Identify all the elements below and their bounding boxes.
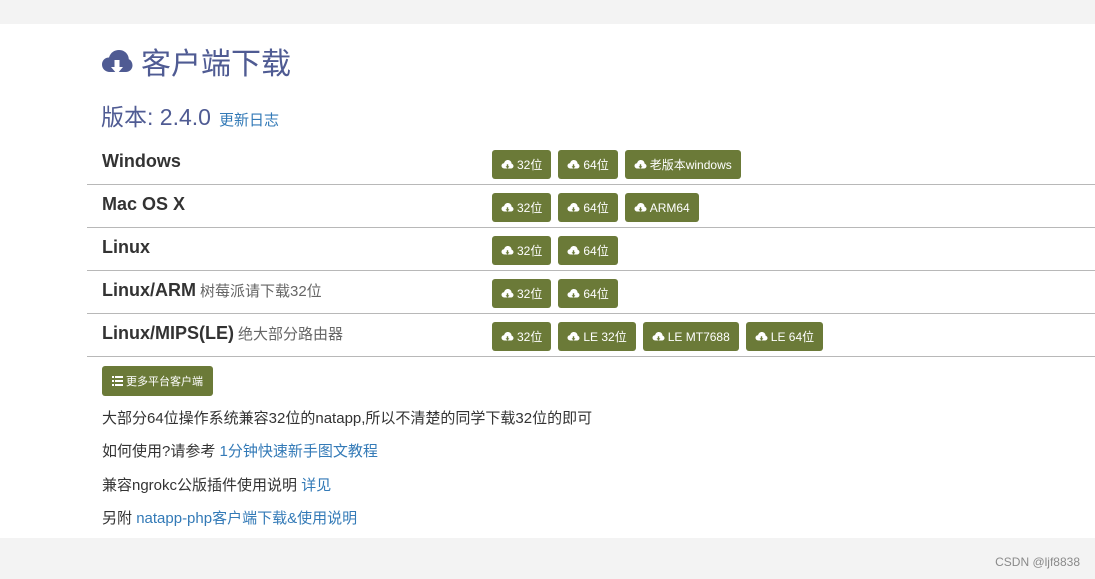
more-platforms-label: 更多平台客户端 <box>126 376 203 388</box>
platform-name: Windows <box>102 151 181 172</box>
info-line-tutorial: 如何使用?请参考 1分钟快速新手图文教程 <box>102 440 378 461</box>
cloud-download-icon <box>652 331 668 342</box>
download-button-label: 64位 <box>583 158 609 172</box>
cloud-download-icon <box>634 159 650 170</box>
cloud-download-icon <box>101 47 133 84</box>
cloud-download-icon <box>501 288 517 299</box>
download-button-label: 32位 <box>517 244 543 258</box>
platform-name-text: Windows <box>102 151 181 171</box>
platform-name: Mac OS X <box>102 194 185 215</box>
download-buttons: 32位 64位 ARM64 <box>492 193 699 222</box>
more-platforms-button[interactable]: 更多平台客户端 <box>102 366 213 396</box>
platform-row: Linux/MIPS(LE) 绝大部分路由器 32位 LE 32位 LE MT7688 L… <box>87 314 1095 357</box>
info-line-ngrokc: 兼容ngrokc公版插件使用说明 详见 <box>102 474 331 495</box>
cloud-download-icon <box>755 331 771 342</box>
version-label: 版本: 2.4.0 <box>101 104 211 130</box>
version-row: 版本: 2.4.0 更新日志 <box>101 98 279 130</box>
info-text: 如何使用?请参考 <box>102 443 216 460</box>
cloud-download-icon <box>567 331 583 342</box>
platform-row: Windows 32位 64位 老版本windows <box>87 142 1095 185</box>
download-button[interactable]: 32位 <box>492 236 552 265</box>
tutorial-link[interactable]: 1分钟快速新手图文教程 <box>220 443 378 460</box>
cloud-download-icon <box>501 202 517 213</box>
info-text: 大部分64位操作系统兼容32位的natapp,所以不清楚的同学下载32位的即可 <box>102 410 593 427</box>
download-button-label: 64位 <box>583 201 609 215</box>
cloud-download-icon <box>567 245 583 256</box>
download-button[interactable]: 64位 <box>558 150 618 179</box>
download-button[interactable]: 64位 <box>558 193 618 222</box>
platform-row: Mac OS X 32位 64位 ARM64 <box>87 185 1095 228</box>
platform-name: Linux <box>102 237 150 258</box>
download-button[interactable]: 32位 <box>492 150 552 179</box>
download-button[interactable]: LE 32位 <box>558 322 636 351</box>
download-button-label: 64位 <box>583 287 609 301</box>
platform-name-text: Mac OS X <box>102 194 186 214</box>
download-button[interactable]: 32位 <box>492 193 552 222</box>
ngrokc-details-link[interactable]: 详见 <box>301 477 331 494</box>
download-buttons: 32位 64位 <box>492 279 618 308</box>
changelog-link[interactable]: 更新日志 <box>219 109 279 130</box>
download-button-label: LE 64位 <box>770 330 815 344</box>
platform-note: 树莓派请下载32位 <box>200 283 322 300</box>
cloud-download-icon <box>501 331 517 342</box>
page-header: 客户端下载 <box>101 45 291 85</box>
download-button-label: LE MT7688 <box>667 329 730 344</box>
download-button[interactable]: 32位 <box>492 279 552 308</box>
php-client-link[interactable]: natapp-php客户端下载&使用说明 <box>136 510 357 527</box>
info-line-compat: 大部分64位操作系统兼容32位的natapp,所以不清楚的同学下载32位的即可 <box>102 407 592 428</box>
cloud-download-icon <box>567 288 583 299</box>
download-buttons: 32位 64位 老版本windows <box>492 150 741 179</box>
download-button[interactable]: ARM64 <box>624 193 699 222</box>
platform-name-text: Linux/MIPS(LE) <box>102 323 234 343</box>
download-button[interactable]: 64位 <box>558 236 618 265</box>
download-button-label: 32位 <box>517 201 543 215</box>
info-text: 另附 <box>102 510 133 527</box>
platform-note: 绝大部分路由器 <box>238 326 344 343</box>
cloud-download-icon <box>501 159 517 170</box>
download-button[interactable]: 64位 <box>558 279 618 308</box>
download-button-label: 32位 <box>517 158 543 172</box>
page-title: 客户端下载 <box>141 48 291 81</box>
download-buttons: 32位 LE 32位 LE MT7688 LE 64位 <box>492 322 824 351</box>
download-button-label: 32位 <box>517 330 543 344</box>
download-button[interactable]: LE 64位 <box>745 322 824 351</box>
platform-row: Linux/ARM 树莓派请下载32位 32位 64位 <box>87 271 1095 314</box>
watermark: CSDN @ljf8838 <box>995 555 1080 569</box>
list-icon <box>112 376 123 386</box>
platform-row: Linux 32位 64位 <box>87 228 1095 271</box>
cloud-download-icon <box>634 202 650 213</box>
download-button-label: 64位 <box>583 244 609 258</box>
info-line-php: 另附 natapp-php客户端下载&使用说明 <box>102 507 357 528</box>
info-text: 兼容ngrokc公版插件使用说明 <box>102 477 298 494</box>
cloud-download-icon <box>501 245 517 256</box>
download-button-label: 32位 <box>517 287 543 301</box>
download-button[interactable]: 老版本windows <box>624 150 741 179</box>
platform-name: Linux/ARM 树莓派请下载32位 <box>102 280 322 301</box>
cloud-download-icon <box>567 202 583 213</box>
download-button-label: LE 32位 <box>583 330 627 344</box>
platform-name: Linux/MIPS(LE) 绝大部分路由器 <box>102 323 343 344</box>
download-button-label: ARM64 <box>649 200 690 215</box>
cloud-download-icon <box>567 159 583 170</box>
platform-list: Windows 32位 64位 老版本windows Mac OS X 32位 64位 ARM… <box>87 142 1095 357</box>
download-button[interactable]: LE MT7688 <box>642 322 739 351</box>
download-button-label: 老版本windows <box>649 158 732 172</box>
platform-name-text: Linux/ARM <box>102 280 196 300</box>
download-buttons: 32位 64位 <box>492 236 618 265</box>
platform-name-text: Linux <box>102 237 150 257</box>
download-button[interactable]: 32位 <box>492 322 552 351</box>
